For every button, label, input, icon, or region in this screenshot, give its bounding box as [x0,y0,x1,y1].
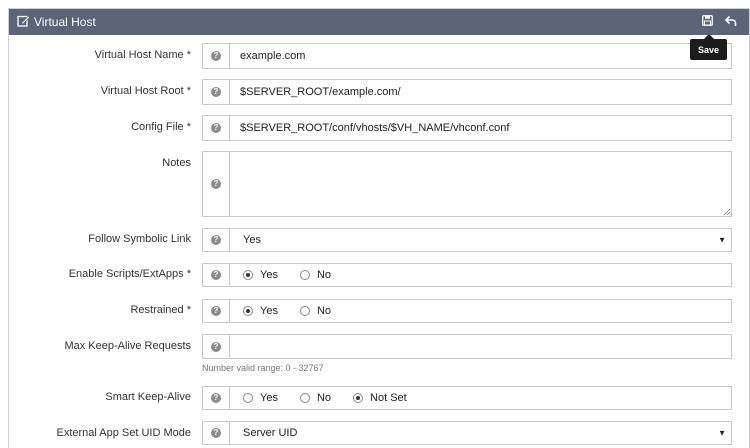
max-keepalive-field[interactable]: ? [202,334,732,359]
help-icon: ? [211,428,221,438]
vh-root-input[interactable]: $SERVER_ROOT/example.com/ [231,80,731,104]
restrained-yes[interactable]: Yes [243,305,278,317]
follow-symlink-label: Follow Symbolic Link [88,233,191,245]
help-icon: ? [211,341,221,352]
vh-root-field[interactable]: ? $SERVER_ROOT/example.com/ [202,79,732,105]
undo-icon [724,15,737,30]
smart-keepalive-radios: Yes No Not Set [231,387,731,409]
help-icon: ? [211,123,221,133]
vh-root-label: Virtual Host Root * [100,85,191,97]
vh-name-field[interactable]: ? example.com [202,43,732,69]
radio-checked-icon[interactable] [243,306,253,316]
enable-scripts-help[interactable]: ? [203,264,230,286]
radio-label: Yes [260,305,278,317]
resize-grip-icon[interactable] [723,208,730,215]
uid-mode-select[interactable]: ? Server UID ▼ [202,421,732,445]
radio-label: Not Set [370,392,407,404]
save-tooltip: Save [690,34,727,60]
restrained-no[interactable]: No [299,305,332,317]
enable-scripts-radios: Yes No [231,264,731,286]
edit-icon [17,14,30,30]
max-keepalive-label: Max Keep-Alive Requests [64,340,191,352]
restrained-field: ? Yes No [202,299,732,323]
radio-unchecked-icon[interactable] [299,393,310,403]
undo-button[interactable] [723,14,739,30]
row-smart-keepalive: Smart Keep-Alive ? Yes No Not Set [9,386,749,410]
help-icon: ? [211,51,221,61]
restrained-help[interactable]: ? [203,300,230,322]
help-icon: ? [211,393,221,403]
config-file-input[interactable]: $SERVER_ROOT/conf/vhosts/$VH_NAME/vhconf… [231,116,731,140]
row-vh-root: Virtual Host Root * ? $SERVER_ROOT/examp… [9,79,749,105]
help-icon: ? [211,306,221,316]
smart-keepalive-label: Smart Keep-Alive [105,391,191,403]
panel-header: Virtual Host [9,9,749,35]
row-uid-mode: External App Set UID Mode ? Server UID ▼ [9,421,749,445]
vh-name-input[interactable]: example.com [231,44,731,68]
help-icon: ? [211,235,221,245]
notes-help[interactable]: ? [203,152,230,216]
save-button[interactable] [699,14,715,30]
row-enable-scripts: Enable Scripts/ExtApps * ? Yes No [9,263,749,287]
radio-label: Yes [260,269,278,281]
vh-name-help[interactable]: ? [203,44,230,68]
radio-label: Yes [260,392,278,404]
config-file-field[interactable]: ? $SERVER_ROOT/conf/vhosts/$VH_NAME/vhco… [202,115,732,141]
smart-keepalive-help[interactable]: ? [203,387,230,409]
row-restrained: Restrained * ? Yes No [9,299,749,323]
virtual-host-panel: Virtual Host Save Virtual Host Name * ? … [8,8,750,448]
row-notes: Notes ? [9,151,749,217]
radio-checked-icon[interactable] [353,393,364,403]
smart-keepalive-no[interactable]: No [299,392,332,404]
enable-scripts-yes[interactable]: Yes [243,269,278,281]
max-keepalive-input[interactable] [231,335,731,358]
restrained-radios: Yes No [231,300,731,322]
chevron-down-icon: ▼ [718,235,726,245]
panel-title: Virtual Host [34,15,96,29]
follow-symlink-select[interactable]: ? Yes ▼ [202,228,732,252]
smart-keepalive-not-set[interactable]: Not Set [353,392,407,404]
follow-symlink-value[interactable]: Yes [231,229,731,251]
chevron-down-icon: ▼ [718,428,726,438]
max-keepalive-hint: Number valid range: 0 - 32767 [202,363,324,373]
smart-keepalive-yes[interactable]: Yes [243,392,278,404]
panel-title-wrap: Virtual Host [17,9,96,35]
row-max-keepalive: Max Keep-Alive Requests ? Number valid r… [9,334,749,373]
config-file-label: Config File * [131,121,191,133]
enable-scripts-field: ? Yes No [202,263,732,287]
radio-label: No [316,269,332,281]
help-icon: ? [211,87,221,97]
radio-unchecked-icon[interactable] [299,306,310,316]
radio-label: No [316,305,332,317]
vh-name-label: Virtual Host Name * [94,49,191,61]
smart-keepalive-field: ? Yes No Not Set [202,386,732,410]
save-icon [701,15,713,29]
radio-label: No [316,392,332,404]
help-icon: ? [211,270,221,280]
radio-unchecked-icon[interactable] [299,270,310,280]
max-keepalive-help[interactable]: ? [203,335,230,358]
radio-checked-icon[interactable] [243,270,253,280]
row-follow-symlink: Follow Symbolic Link ? Yes ▼ [9,228,749,252]
enable-scripts-label: Enable Scripts/ExtApps * [68,268,191,280]
uid-mode-help[interactable]: ? [203,422,230,444]
help-icon: ? [211,179,221,189]
notes-field[interactable]: ? [202,151,732,217]
notes-label: Notes [162,157,191,169]
vh-root-help[interactable]: ? [203,80,230,104]
restrained-label: Restrained * [130,304,191,316]
enable-scripts-no[interactable]: No [299,269,332,281]
uid-mode-label: External App Set UID Mode [56,427,191,439]
row-config-file: Config File * ? $SERVER_ROOT/conf/vhosts… [9,115,749,141]
config-file-help[interactable]: ? [203,116,230,140]
notes-textarea[interactable] [231,152,731,216]
uid-mode-value[interactable]: Server UID [231,422,731,444]
radio-unchecked-icon[interactable] [243,393,253,403]
row-vh-name: Virtual Host Name * ? example.com [9,43,749,69]
follow-symlink-help[interactable]: ? [203,229,230,251]
